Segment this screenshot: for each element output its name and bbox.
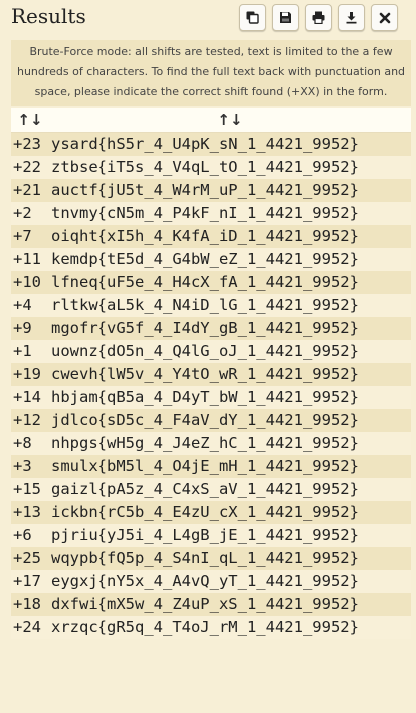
table-row: +4 rltkw{aL5k_4_N4iD_lG_1_4421_9952} (11, 294, 411, 317)
download-button[interactable] (338, 4, 365, 31)
decoded-text-cell: oiqht{xI5h_4_K4fA_iD_1_4421_9952} (49, 225, 411, 248)
decoded-text-cell: xrzqc{gR5q_4_T4oJ_rM_1_4421_9952} (49, 616, 411, 639)
shift-cell: +8 (11, 432, 49, 455)
decoded-text-cell: auctf{jU5t_4_W4rM_uP_1_4421_9952} (49, 179, 411, 202)
table-row: +17 eygxj{nY5x_4_A4vQ_yT_1_4421_9952} (11, 570, 411, 593)
decoded-text-cell: uownz{dO5n_4_Q4lG_oJ_1_4421_9952} (49, 340, 411, 363)
table-row: +15 gaizl{pA5z_4_C4xS_aV_1_4421_9952} (11, 478, 411, 501)
shift-cell: +4 (11, 294, 49, 317)
table-row: +6 pjriu{yJ5i_4_L4gB_jE_1_4421_9952} (11, 524, 411, 547)
shift-cell: +7 (11, 225, 49, 248)
save-button[interactable] (272, 4, 299, 31)
decoded-text-cell: eygxj{nY5x_4_A4vQ_yT_1_4421_9952} (49, 570, 411, 593)
print-button[interactable] (305, 4, 332, 31)
table-row: +19 cwevh{lW5v_4_Y4tO_wR_1_4421_9952} (11, 363, 411, 386)
shift-cell: +21 (11, 179, 49, 202)
shift-cell: +15 (11, 478, 49, 501)
table-row: +9 mgofr{vG5f_4_I4dY_gB_1_4421_9952} (11, 317, 411, 340)
shift-cell: +10 (11, 271, 49, 294)
results-header: Results (0, 0, 416, 38)
text-column-sort-header[interactable]: ↑↓ (49, 108, 411, 133)
decoded-text-cell: ysard{hS5r_4_U4pK_sN_1_4421_9952} (49, 132, 411, 156)
table-row: +3 smulx{bM5l_4_O4jE_mH_1_4421_9952} (11, 455, 411, 478)
shift-cell: +19 (11, 363, 49, 386)
decoded-text-cell: dxfwi{mX5w_4_Z4uP_xS_1_4421_9952} (49, 593, 411, 616)
decoded-text-cell: nhpgs{wH5g_4_J4eZ_hC_1_4421_9952} (49, 432, 411, 455)
close-button[interactable] (371, 4, 398, 31)
table-row: +8 nhpgs{wH5g_4_J4eZ_hC_1_4421_9952} (11, 432, 411, 455)
decoded-text-cell: rltkw{aL5k_4_N4iD_lG_1_4421_9952} (49, 294, 411, 317)
decoded-text-cell: pjriu{yJ5i_4_L4gB_jE_1_4421_9952} (49, 524, 411, 547)
close-icon (379, 12, 390, 23)
shift-cell: +1 (11, 340, 49, 363)
table-row: +18 dxfwi{mX5w_4_Z4uP_xS_1_4421_9952} (11, 593, 411, 616)
download-icon (346, 12, 357, 24)
table-row: +24 xrzqc{gR5q_4_T4oJ_rM_1_4421_9952} (11, 616, 411, 639)
table-row: +1 uownz{dO5n_4_Q4lG_oJ_1_4421_9952} (11, 340, 411, 363)
shift-cell: +3 (11, 455, 49, 478)
table-row: +7 oiqht{xI5h_4_K4fA_iD_1_4421_9952} (11, 225, 411, 248)
shift-cell: +18 (11, 593, 49, 616)
decoded-text-cell: kemdp{tE5d_4_G4bW_eZ_1_4421_9952} (49, 248, 411, 271)
decoded-text-cell: ickbn{rC5b_4_E4zU_cX_1_4421_9952} (49, 501, 411, 524)
decoded-text-cell: ztbse{iT5s_4_V4qL_tO_1_4421_9952} (49, 156, 411, 179)
decoded-text-cell: smulx{bM5l_4_O4jE_mH_1_4421_9952} (49, 455, 411, 478)
decoded-text-cell: lfneq{uF5e_4_H4cX_fA_1_4421_9952} (49, 271, 411, 294)
decoded-text-cell: mgofr{vG5f_4_I4dY_gB_1_4421_9952} (49, 317, 411, 340)
brute-force-notice: Brute-Force mode: all shifts are tested,… (11, 40, 411, 106)
table-row: +23 ysard{hS5r_4_U4pK_sN_1_4421_9952} (11, 132, 411, 156)
shift-cell: +23 (11, 132, 49, 156)
table-row: +25 wqypb{fQ5p_4_S4nI_qL_1_4421_9952} (11, 547, 411, 570)
results-toolbar (239, 4, 398, 31)
shift-cell: +2 (11, 202, 49, 225)
table-row: +10 lfneq{uF5e_4_H4cX_fA_1_4421_9952} (11, 271, 411, 294)
print-icon (312, 11, 325, 24)
shift-cell: +12 (11, 409, 49, 432)
save-icon (280, 12, 291, 23)
results-title: Results (11, 4, 86, 28)
copy-icon (246, 11, 259, 24)
shift-cell: +25 (11, 547, 49, 570)
decoded-text-cell: tnvmy{cN5m_4_P4kF_nI_1_4421_9952} (49, 202, 411, 225)
table-row: +2 tnvmy{cN5m_4_P4kF_nI_1_4421_9952} (11, 202, 411, 225)
decoded-text-cell: hbjam{qB5a_4_D4yT_bW_1_4421_9952} (49, 386, 411, 409)
decoded-text-cell: wqypb{fQ5p_4_S4nI_qL_1_4421_9952} (49, 547, 411, 570)
table-row: +11 kemdp{tE5d_4_G4bW_eZ_1_4421_9952} (11, 248, 411, 271)
shift-cell: +22 (11, 156, 49, 179)
copy-button[interactable] (239, 4, 266, 31)
shift-cell: +6 (11, 524, 49, 547)
decoded-text-cell: jdlco{sD5c_4_F4aV_dY_1_4421_9952} (49, 409, 411, 432)
table-row: +13 ickbn{rC5b_4_E4zU_cX_1_4421_9952} (11, 501, 411, 524)
shift-cell: +11 (11, 248, 49, 271)
table-row: +14 hbjam{qB5a_4_D4yT_bW_1_4421_9952} (11, 386, 411, 409)
decoded-text-cell: cwevh{lW5v_4_Y4tO_wR_1_4421_9952} (49, 363, 411, 386)
shift-cell: +9 (11, 317, 49, 340)
table-row: +22 ztbse{iT5s_4_V4qL_tO_1_4421_9952} (11, 156, 411, 179)
table-header-row: ↑↓ ↑↓ (11, 108, 411, 133)
results-table: ↑↓ ↑↓ +23 ysard{hS5r_4_U4pK_sN_1_4421_995… (11, 108, 411, 639)
shift-column-sort-header[interactable]: ↑↓ (11, 108, 49, 133)
table-row: +12 jdlco{sD5c_4_F4aV_dY_1_4421_9952} (11, 409, 411, 432)
shift-cell: +17 (11, 570, 49, 593)
shift-cell: +14 (11, 386, 49, 409)
shift-cell: +13 (11, 501, 49, 524)
results-body: +23 ysard{hS5r_4_U4pK_sN_1_4421_9952} +22 z… (11, 132, 411, 639)
shift-cell: +24 (11, 616, 49, 639)
decoded-text-cell: gaizl{pA5z_4_C4xS_aV_1_4421_9952} (49, 478, 411, 501)
table-row: +21 auctf{jU5t_4_W4rM_uP_1_4421_9952} (11, 179, 411, 202)
